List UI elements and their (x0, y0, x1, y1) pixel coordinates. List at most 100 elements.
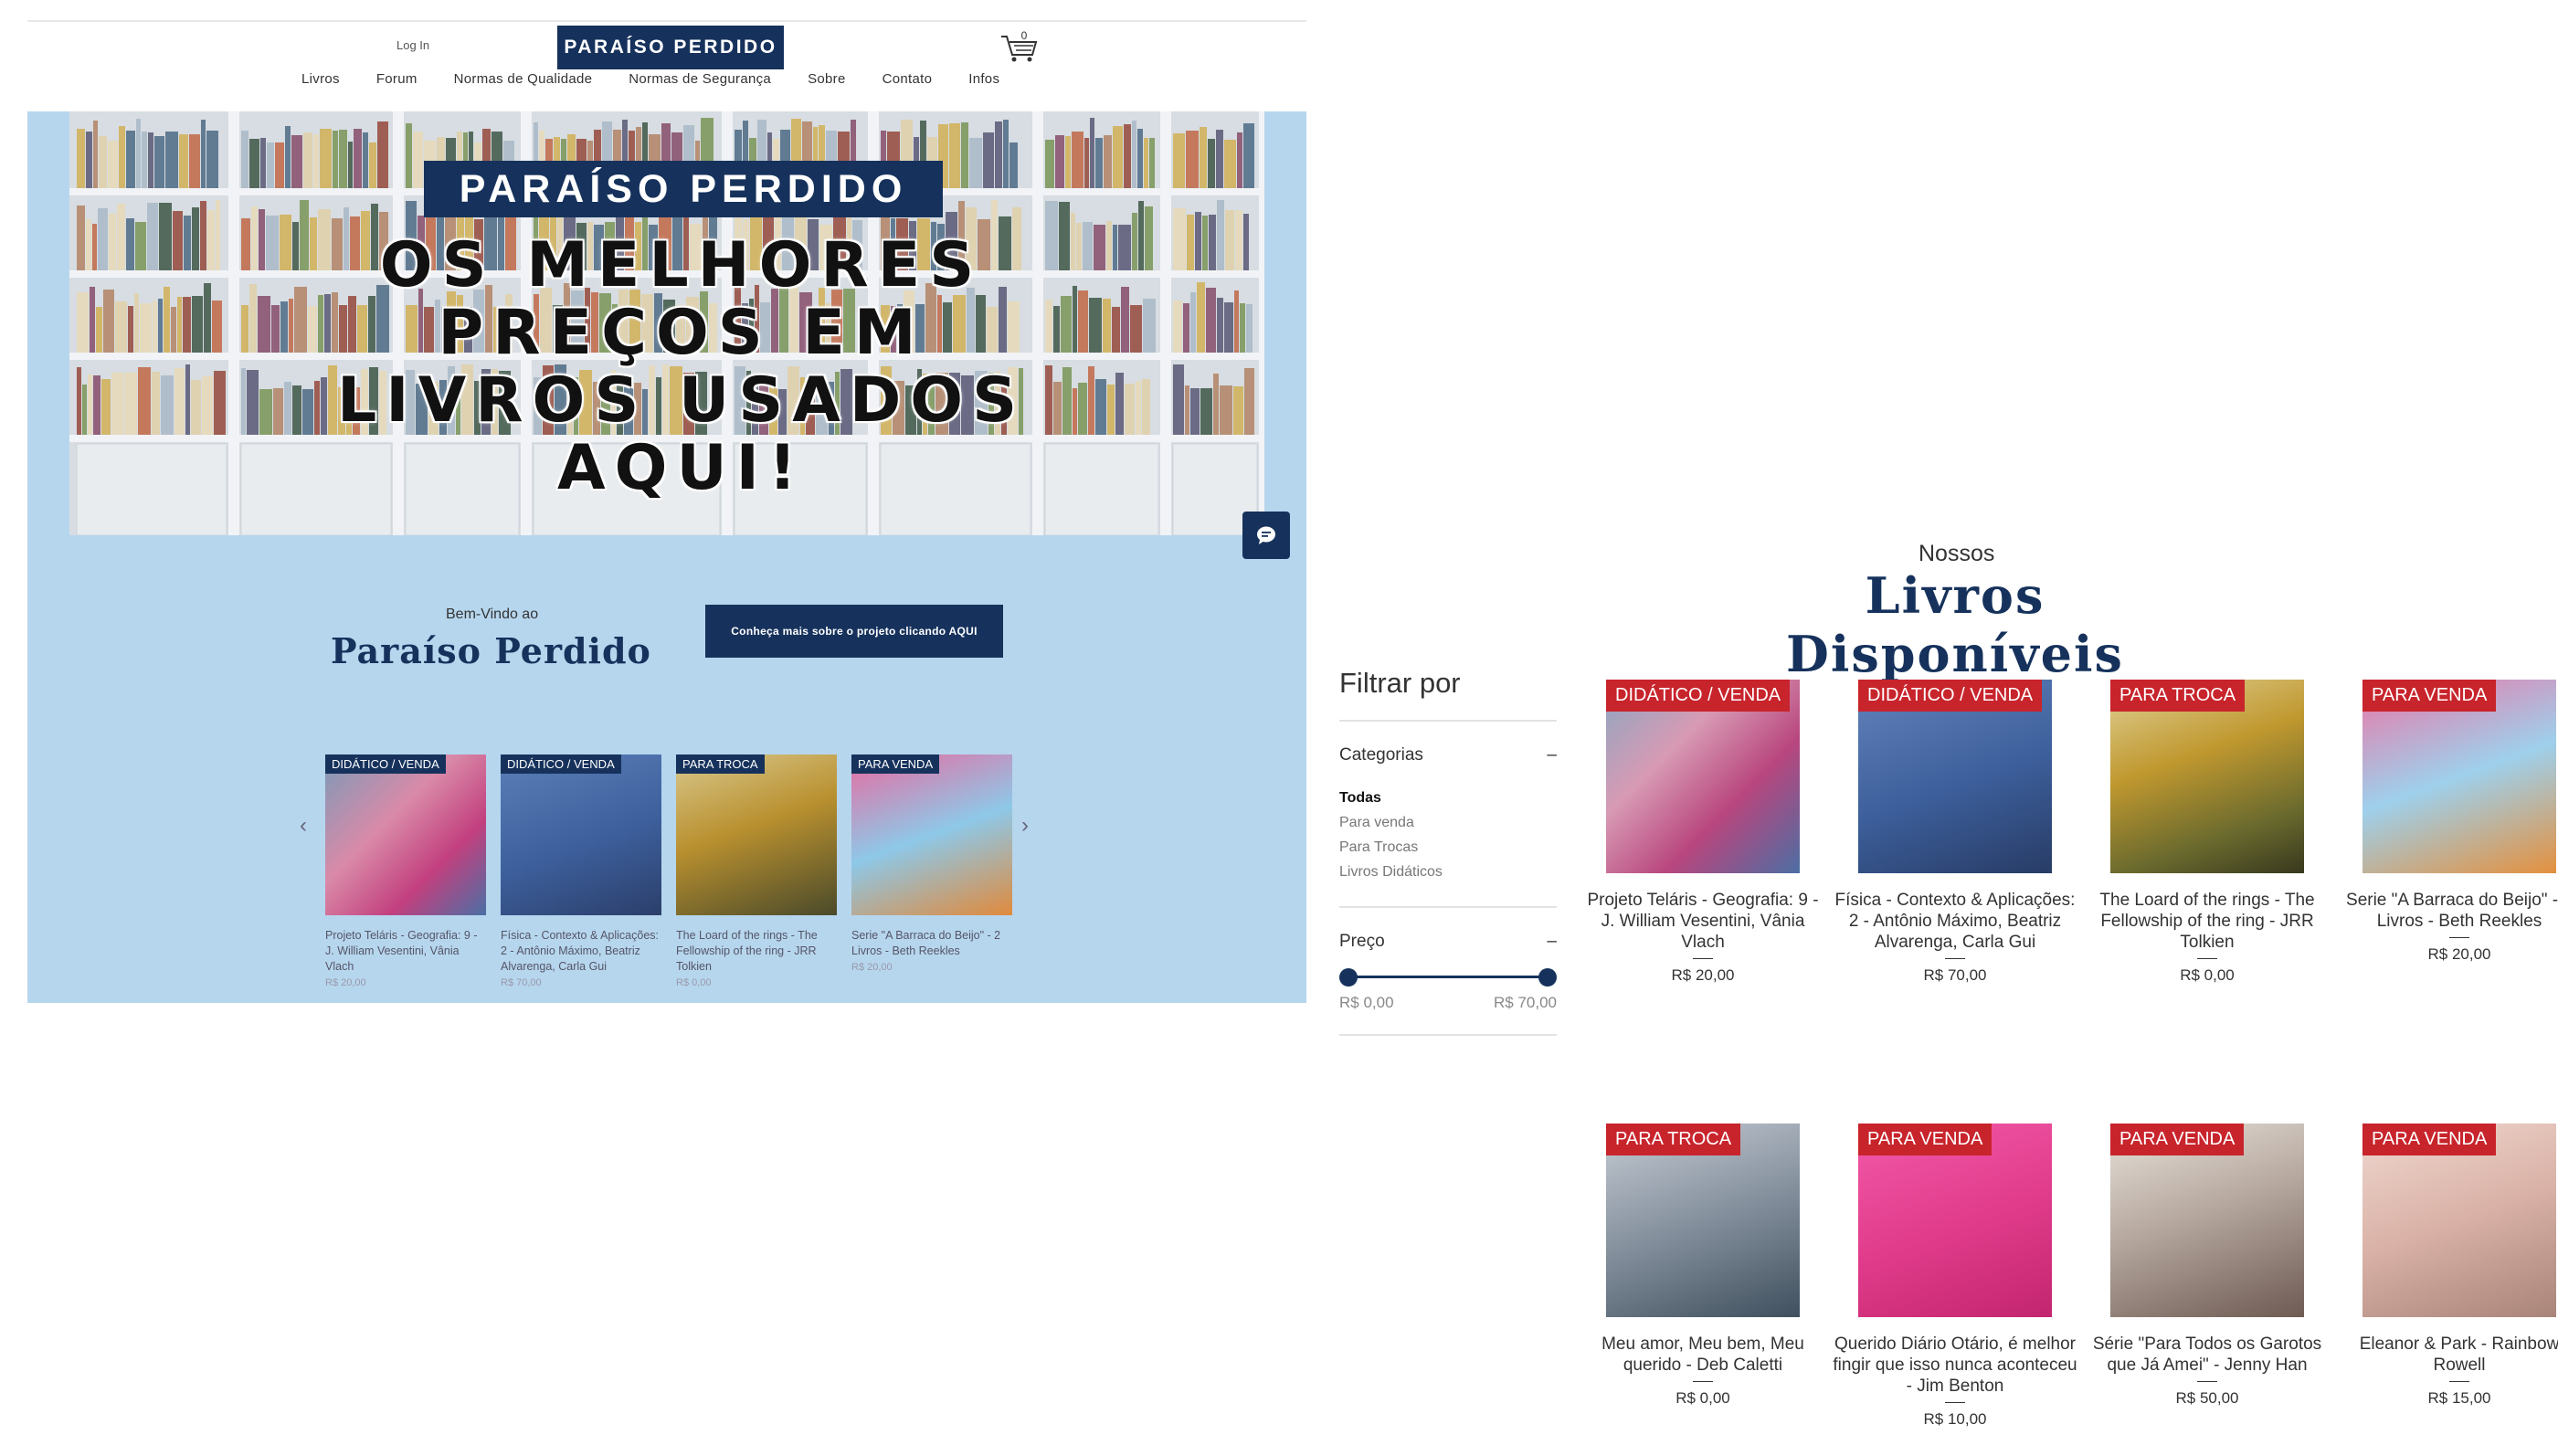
carousel-card[interactable]: DIDÁTICO / VENDA Física - Contexto & Apl… (501, 754, 661, 988)
product-card[interactable]: PARA VENDA Querido Diário Otário, é melh… (1829, 1124, 2081, 1429)
product-card[interactable]: DIDÁTICO / VENDA Projeto Teláris - Geogr… (1577, 680, 1829, 985)
product-price: R$ 50,00 (2175, 1389, 2239, 1407)
carousel-card-price: R$ 70,00 (501, 977, 542, 988)
price-min-value: R$ 0,00 (1339, 994, 1394, 1011)
filter-panel: Filtrar por Categorias – Todas Para vend… (1339, 667, 1557, 1036)
carousel-card[interactable]: DIDÁTICO / VENDA Projeto Teláris - Geogr… (325, 754, 486, 988)
carousel-ribbon: DIDÁTICO / VENDA (501, 754, 621, 774)
title-separator (2197, 958, 2217, 959)
chat-icon (1257, 526, 1275, 544)
product-ribbon: PARA VENDA (2110, 1124, 2245, 1155)
product-title[interactable]: The Loard of the rings - The Fellowship … (2081, 890, 2333, 953)
nav-item-normas-qualidade[interactable]: Normas de Qualidade (454, 71, 593, 99)
product-title[interactable]: Física - Contexto & Aplicações: 2 - Antô… (1829, 890, 2081, 953)
title-separator (1945, 958, 1965, 959)
price-range-slider[interactable] (1339, 966, 1557, 986)
price-heading-label: Preço (1339, 932, 1385, 951)
about-project-button[interactable]: Conheça mais sobre o projeto clicando AQ… (705, 605, 1003, 658)
carousel-card[interactable]: PARA TROCA The Loard of the rings - The … (676, 754, 837, 988)
price-heading[interactable]: Preço – (1339, 932, 1557, 952)
book-cover-image: PARA VENDA (1858, 1124, 2052, 1317)
hero-headline-line: AQUI! (557, 432, 806, 504)
welcome-eyebrow: Bem-Vindo ao (446, 607, 539, 622)
category-option-todas[interactable]: Todas (1339, 786, 1557, 810)
product-title[interactable]: Série "Para Todos os Garotos que Já Amei… (2081, 1334, 2333, 1376)
price-min-handle[interactable] (1339, 968, 1358, 986)
price-max-value: R$ 70,00 (1494, 994, 1557, 1011)
product-price: R$ 20,00 (2427, 945, 2491, 963)
category-option-para-trocas[interactable]: Para Trocas (1339, 835, 1557, 860)
product-ribbon: PARA VENDA (2362, 1124, 2497, 1155)
site-logo[interactable]: PARAÍSO PERDIDO (557, 26, 784, 69)
book-cover-image: PARA TROCA (676, 754, 837, 915)
book-cover-image: DIDÁTICO / VENDA (1858, 680, 2052, 873)
product-title[interactable]: Meu amor, Meu bem, Meu querido - Deb Cal… (1577, 1334, 1829, 1376)
product-ribbon: PARA TROCA (2110, 680, 2246, 712)
hero-bookshelf-image: PARAÍSO PERDIDO OS MELHORES PREÇOS EM LI… (69, 111, 1264, 535)
product-card[interactable]: PARA VENDA Serie "A Barraca do Beijo" - … (2333, 680, 2558, 964)
category-option-para-venda[interactable]: Para venda (1339, 810, 1557, 835)
product-ribbon: PARA VENDA (2362, 680, 2497, 712)
title-separator (2449, 1381, 2469, 1382)
product-title[interactable]: Serie "A Barraca do Beijo" - 2 Livros - … (2333, 890, 2558, 932)
nav-item-sobre[interactable]: Sobre (808, 71, 846, 99)
product-card[interactable]: PARA TROCA The Loard of the rings - The … (2081, 680, 2333, 985)
product-price: R$ 70,00 (1923, 966, 1987, 984)
book-cover-image: DIDÁTICO / VENDA (501, 754, 661, 915)
product-price: R$ 20,00 (1671, 966, 1735, 984)
carousel-card-title: Serie "A Barraca do Beijo" - 2 Livros - … (851, 929, 1001, 957)
login-link[interactable]: Log In (396, 38, 429, 52)
title-separator (1693, 1381, 1713, 1382)
collapse-icon[interactable]: – (1547, 932, 1557, 952)
nav-item-contato[interactable]: Contato (883, 71, 933, 99)
carousel-card-title: Física - Contexto & Aplicações: 2 - Antô… (501, 929, 659, 973)
carousel-next-arrow[interactable]: › (1021, 813, 1029, 839)
title-separator (2197, 1381, 2217, 1382)
hero-headline-line: PREÇOS EM (438, 297, 925, 369)
nav-item-livros[interactable]: Livros (301, 71, 340, 99)
product-ribbon: PARA VENDA (1858, 1124, 1992, 1155)
nav-item-forum[interactable]: Forum (376, 71, 418, 99)
title-separator (1945, 1402, 1965, 1403)
carousel-card-price: R$ 20,00 (851, 962, 893, 973)
product-ribbon: DIDÁTICO / VENDA (1606, 680, 1791, 712)
book-cover-image: PARA VENDA (2110, 1124, 2304, 1317)
nav-item-infos[interactable]: Infos (968, 71, 999, 99)
cart-count: 0 (1020, 29, 1028, 42)
carousel-prev-arrow[interactable]: ‹ (300, 813, 307, 839)
product-title[interactable]: Projeto Teláris - Geografia: 9 - J. Will… (1577, 890, 1829, 953)
carousel-card-price: R$ 0,00 (676, 977, 712, 988)
price-range-values: R$ 0,00 R$ 70,00 (1339, 994, 1557, 1012)
hero-headline-line: LIVROS USADOS (336, 364, 1027, 437)
product-card[interactable]: PARA VENDA Eleanor & Park - Rainbow Rowe… (2333, 1124, 2558, 1408)
product-title[interactable]: Querido Diário Otário, é melhor fingir q… (1829, 1334, 2081, 1397)
carousel-card[interactable]: PARA VENDA Serie "A Barraca do Beijo" - … (851, 754, 1012, 973)
carousel-ribbon: PARA VENDA (851, 754, 940, 774)
categories-heading-label: Categorias (1339, 745, 1423, 765)
chat-button[interactable] (1242, 512, 1290, 559)
price-track (1348, 976, 1548, 978)
product-price: R$ 0,00 (2180, 966, 2235, 984)
product-title[interactable]: Eleanor & Park - Rainbow Rowell (2333, 1334, 2558, 1376)
category-option-didaticos[interactable]: Livros Didáticos (1339, 860, 1557, 884)
book-cover-image: DIDÁTICO / VENDA (1606, 680, 1800, 873)
main-nav: Livros Forum Normas de Qualidade Normas … (301, 71, 1036, 99)
category-list: Todas Para venda Para Trocas Livros Didá… (1339, 786, 1557, 884)
carousel-card-price: R$ 20,00 (325, 977, 366, 988)
welcome-title: Paraíso Perdido (331, 630, 651, 671)
section-eyebrow: Nossos (1918, 541, 1995, 566)
book-cover-image: PARA TROCA (2110, 680, 2304, 873)
product-card[interactable]: DIDÁTICO / VENDA Física - Contexto & Apl… (1829, 680, 2081, 985)
book-cover-image: PARA VENDA (2362, 680, 2556, 873)
product-card[interactable]: PARA VENDA Série "Para Todos os Garotos … (2081, 1124, 2333, 1408)
hero-section: PARAÍSO PERDIDO OS MELHORES PREÇOS EM LI… (27, 111, 1306, 1003)
nav-item-normas-seguranca[interactable]: Normas de Segurança (629, 71, 771, 99)
price-max-handle[interactable] (1538, 968, 1557, 986)
collapse-icon[interactable]: – (1547, 745, 1557, 765)
product-card[interactable]: PARA TROCA Meu amor, Meu bem, Meu querid… (1577, 1124, 1829, 1408)
title-separator (1693, 958, 1713, 959)
carousel-ribbon: PARA TROCA (676, 754, 765, 774)
carousel-card-title: Projeto Teláris - Geografia: 9 - J. Will… (325, 929, 478, 973)
categories-heading[interactable]: Categorias – (1339, 745, 1557, 765)
product-ribbon: PARA TROCA (1606, 1124, 1741, 1155)
